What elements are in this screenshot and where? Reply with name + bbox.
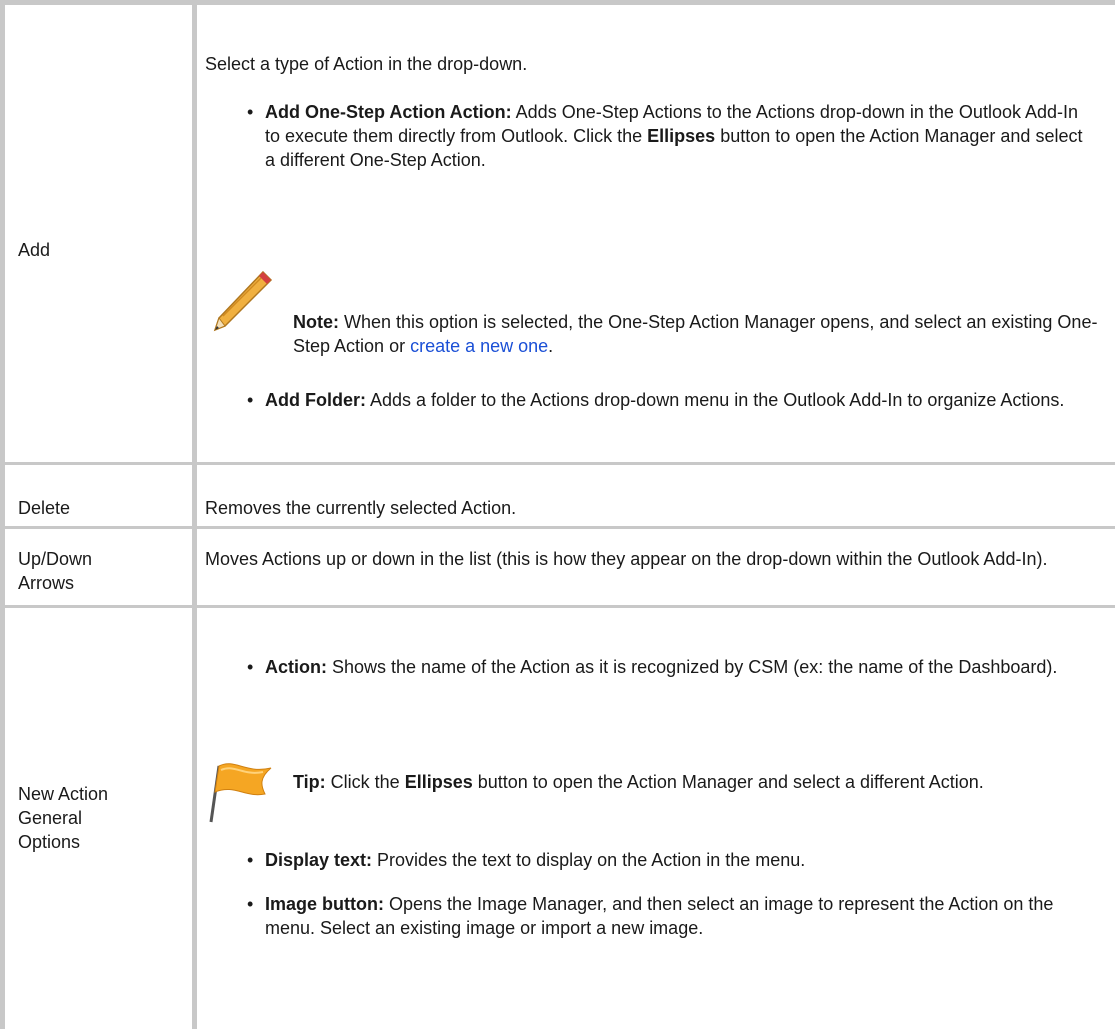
- tip-label: Tip:: [293, 772, 326, 792]
- bullet-action: • Action: Shows the name of the Action a…: [247, 655, 1115, 679]
- bullet-bold: Add Folder:: [265, 390, 366, 410]
- row-divider: [0, 462, 1115, 465]
- bullet-bold: Image button:: [265, 894, 384, 914]
- tip-bold: Ellipses: [404, 772, 473, 792]
- row-label-text: Delete: [18, 498, 71, 518]
- table-border-left: [0, 0, 5, 1029]
- row-label-text: Add: [18, 240, 51, 260]
- tip-text: Click the: [325, 772, 405, 792]
- row-delete-content: Removes the currently selected Action.: [205, 496, 1115, 520]
- row-label-line: Arrows: [18, 573, 75, 593]
- row-label-line: Options: [18, 832, 81, 852]
- delete-description: Removes the currently selected Action.: [205, 498, 517, 518]
- row-divider: [0, 526, 1115, 529]
- bullet-display-text: • Display text: Provides the text to dis…: [247, 848, 1115, 872]
- add-intro: Select a type of Action in the drop-down…: [205, 54, 528, 74]
- bullet-dot: •: [247, 390, 254, 410]
- bullet-bold: Add One-Step Action Action:: [265, 102, 512, 122]
- note-block: Note: When this option is selected, the …: [293, 310, 1115, 358]
- tip-block: Tip: Click the Ellipses button to open t…: [293, 770, 1115, 794]
- flag-icon: [205, 752, 275, 824]
- bullet-bold: Display text:: [265, 850, 373, 870]
- note-label: Note:: [293, 312, 339, 332]
- row-label-add: Add: [18, 238, 50, 262]
- row-label-line: General: [18, 808, 83, 828]
- row-label-updown: Up/Down Arrows: [18, 547, 92, 595]
- bullet-add-one-step: • Add One-Step Action Action: Adds One-S…: [247, 100, 1095, 172]
- tip-text: button to open the Action Manager and se…: [472, 772, 984, 792]
- bullet-text: Adds a folder to the Actions drop-down m…: [366, 390, 1065, 410]
- note-end: .: [548, 336, 554, 356]
- bullet-bold: Action:: [265, 657, 327, 677]
- updown-description: Moves Actions up or down in the list (th…: [205, 549, 1048, 569]
- row-updown-content: Moves Actions up or down in the list (th…: [205, 547, 1105, 571]
- row-label-line: Up/Down: [18, 549, 93, 569]
- bullet-dot: •: [247, 850, 254, 870]
- bullet-dot: •: [247, 102, 254, 122]
- row-label-line: New Action: [18, 784, 109, 804]
- document-table: Add Select a type of Action in the drop-…: [0, 0, 1115, 1029]
- bullet-text: Provides the text to display on the Acti…: [372, 850, 806, 870]
- bullet-image-button: • Image button: Opens the Image Manager,…: [247, 892, 1085, 940]
- row-divider: [0, 605, 1115, 608]
- bullet-text: Opens the Image Manager, and then select…: [265, 894, 1054, 938]
- table-column-divider: [192, 0, 197, 1029]
- table-border-top: [0, 0, 1115, 5]
- create-new-link[interactable]: create a new one: [410, 336, 548, 356]
- bullet-bold: Ellipses: [647, 126, 716, 146]
- bullet-text: Shows the name of the Action as it is re…: [327, 657, 1058, 677]
- pencil-icon: [205, 268, 275, 340]
- bullet-dot: •: [247, 894, 254, 914]
- bullet-dot: •: [247, 657, 254, 677]
- row-label-delete: Delete: [18, 496, 70, 520]
- bullet-add-folder: • Add Folder: Adds a folder to the Actio…: [247, 388, 1115, 412]
- row-label-new-action: New Action General Options: [18, 782, 108, 854]
- row-add-content: Select a type of Action in the drop-down…: [205, 52, 1115, 76]
